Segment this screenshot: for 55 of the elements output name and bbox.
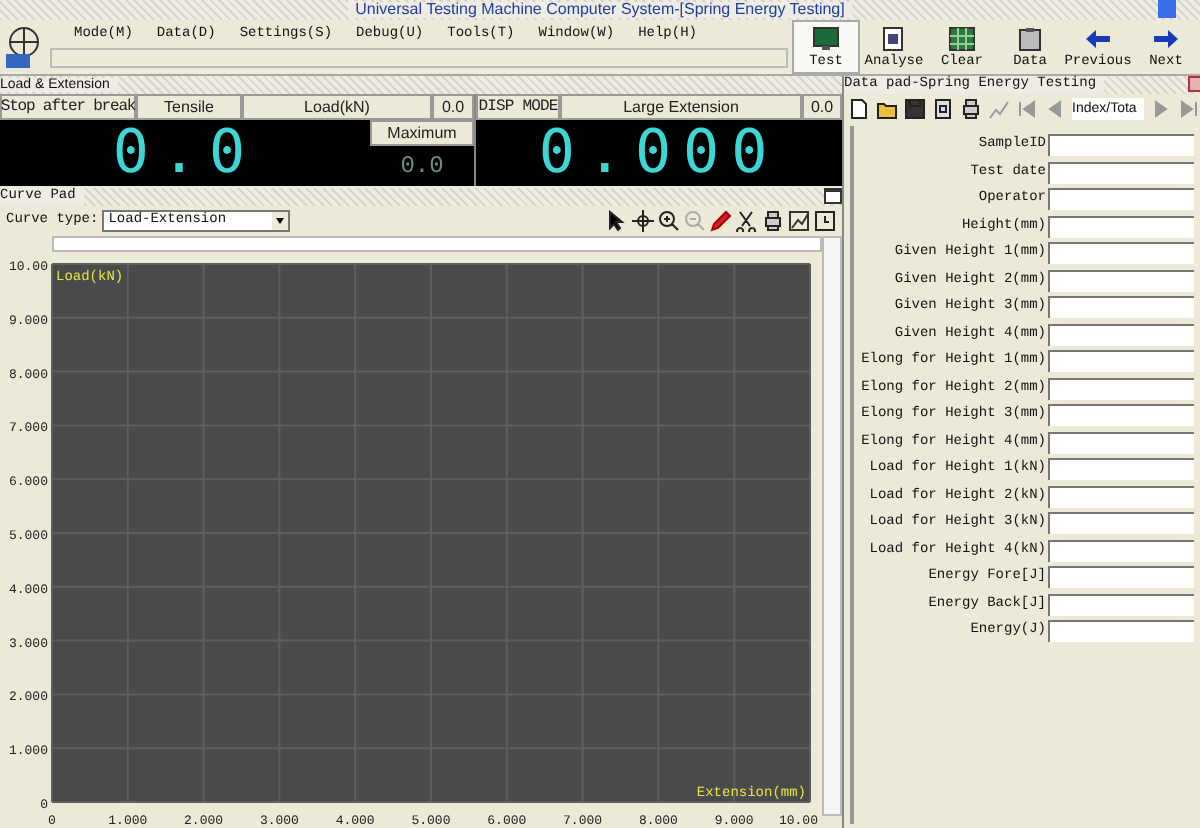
scissors-icon[interactable] [736, 210, 758, 232]
print-icon[interactable] [960, 97, 982, 119]
scroll-bar[interactable] [52, 236, 822, 252]
pencil-icon[interactable] [710, 210, 732, 232]
input-field[interactable] [1048, 377, 1194, 399]
input-field[interactable] [1048, 269, 1194, 291]
last-record-icon[interactable] [1178, 97, 1200, 119]
pointer-icon[interactable] [606, 210, 628, 232]
input-field[interactable] [1048, 134, 1194, 156]
clock-icon[interactable] [814, 210, 836, 232]
save-icon[interactable] [904, 97, 926, 119]
first-record-icon[interactable] [1016, 97, 1038, 119]
test-mode-cell: Tensile [136, 94, 242, 120]
extension-label: Large Extension [560, 94, 802, 120]
input-field[interactable] [1048, 539, 1194, 561]
input-field[interactable] [1048, 593, 1194, 615]
load-reading: 0.0 [432, 94, 474, 120]
input-field[interactable] [1048, 566, 1194, 588]
extension-reading: 0.0 [802, 94, 842, 120]
maximum-label: Maximum [370, 120, 474, 146]
input-field[interactable] [1048, 350, 1194, 372]
crosshair-icon[interactable] [632, 210, 654, 232]
input-field[interactable] [1048, 215, 1194, 237]
window-title: Universal Testing Machine Computer System-[Spring Energy Testing] [347, 2, 853, 18]
extension-display: 0.000 [476, 120, 842, 186]
input-field[interactable] [1048, 431, 1194, 453]
clipboard-icon [1016, 25, 1044, 51]
monitor-icon [812, 25, 840, 51]
input-field[interactable] [1048, 485, 1194, 507]
document-icon [880, 25, 908, 51]
load-display: 0.0 [0, 120, 370, 186]
stop-mode-cell: Stop after break [0, 94, 136, 120]
caret-icon [272, 212, 289, 230]
maximum-display: 0.0 [370, 146, 474, 186]
print-icon[interactable] [762, 210, 784, 232]
input-field[interactable] [1048, 323, 1194, 345]
input-field[interactable] [1048, 512, 1194, 534]
disp-mode-cell: DISP MODE [476, 94, 560, 120]
arrow-right-icon [1152, 25, 1180, 51]
load-label: Load(kN) [242, 94, 432, 120]
input-field[interactable] [1048, 296, 1194, 318]
input-field[interactable] [1048, 161, 1194, 183]
input-field[interactable] [1048, 458, 1194, 480]
scroll-bar[interactable] [822, 236, 842, 816]
close-icon[interactable] [1188, 76, 1200, 92]
grid-icon [948, 25, 976, 51]
chart-icon[interactable] [788, 210, 810, 232]
zoom-in-icon[interactable] [658, 210, 680, 232]
input-field[interactable] [1048, 242, 1194, 264]
export-icon[interactable] [932, 97, 954, 119]
input-field[interactable] [1048, 620, 1194, 642]
input-field[interactable] [1048, 404, 1194, 426]
input-field[interactable] [1048, 188, 1194, 210]
arrow-left-icon [1084, 25, 1112, 51]
restore-icon[interactable] [824, 188, 842, 204]
